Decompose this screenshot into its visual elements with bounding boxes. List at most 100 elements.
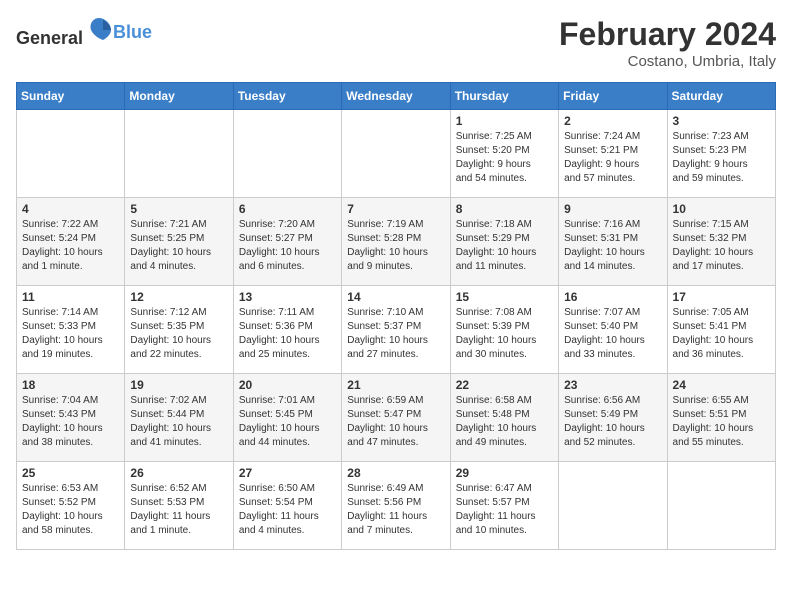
week-row-4: 18 Sunrise: 7:04 AM Sunset: 5:43 PM Dayli… (17, 374, 776, 462)
day-content: Sunrise: 7:10 AM Sunset: 5:37 PM Dayligh… (347, 306, 444, 362)
calendar-cell: 19 Sunrise: 7:02 AM Sunset: 5:44 PM Dayli… (125, 374, 233, 462)
day-number: 20 (239, 378, 336, 392)
day-number: 5 (130, 202, 227, 216)
day-content: Sunrise: 7:20 AM Sunset: 5:27 PM Dayligh… (239, 218, 336, 274)
calendar-cell: 18 Sunrise: 7:04 AM Sunset: 5:43 PM Dayli… (17, 374, 125, 462)
day-content: Sunrise: 6:50 AM Sunset: 5:54 PM Dayligh… (239, 482, 336, 538)
calendar-cell: 29 Sunrise: 6:47 AM Sunset: 5:57 PM Dayli… (450, 462, 558, 550)
day-number: 9 (564, 202, 661, 216)
day-number: 29 (456, 466, 553, 480)
day-content: Sunrise: 6:59 AM Sunset: 5:47 PM Dayligh… (347, 394, 444, 450)
calendar-cell: 22 Sunrise: 6:58 AM Sunset: 5:48 PM Dayli… (450, 374, 558, 462)
day-number: 24 (673, 378, 770, 392)
day-content: Sunrise: 6:47 AM Sunset: 5:57 PM Dayligh… (456, 482, 553, 538)
day-content: Sunrise: 7:22 AM Sunset: 5:24 PM Dayligh… (22, 218, 119, 274)
calendar-cell: 23 Sunrise: 6:56 AM Sunset: 5:49 PM Dayli… (559, 374, 667, 462)
day-number: 1 (456, 114, 553, 128)
calendar-cell (559, 462, 667, 550)
title-block: February 2024 Costano, Umbria, Italy (559, 16, 776, 70)
weekday-header-row: SundayMondayTuesdayWednesdayThursdayFrid… (17, 83, 776, 110)
day-content: Sunrise: 7:18 AM Sunset: 5:29 PM Dayligh… (456, 218, 553, 274)
weekday-header-sunday: Sunday (17, 83, 125, 110)
calendar-cell: 17 Sunrise: 7:05 AM Sunset: 5:41 PM Dayli… (667, 286, 775, 374)
day-number: 23 (564, 378, 661, 392)
week-row-3: 11 Sunrise: 7:14 AM Sunset: 5:33 PM Dayli… (17, 286, 776, 374)
calendar-table: SundayMondayTuesdayWednesdayThursdayFrid… (16, 82, 776, 550)
calendar-cell (233, 110, 341, 198)
day-number: 6 (239, 202, 336, 216)
calendar-cell: 21 Sunrise: 6:59 AM Sunset: 5:47 PM Dayli… (342, 374, 450, 462)
day-content: Sunrise: 6:58 AM Sunset: 5:48 PM Dayligh… (456, 394, 553, 450)
day-content: Sunrise: 7:04 AM Sunset: 5:43 PM Dayligh… (22, 394, 119, 450)
day-number: 19 (130, 378, 227, 392)
calendar-cell: 2Sunrise: 7:24 AM Sunset: 5:21 PM Daylig… (559, 110, 667, 198)
calendar-cell: 14 Sunrise: 7:10 AM Sunset: 5:37 PM Dayli… (342, 286, 450, 374)
calendar-cell: 8 Sunrise: 7:18 AM Sunset: 5:29 PM Daylig… (450, 198, 558, 286)
calendar-cell (342, 110, 450, 198)
day-number: 7 (347, 202, 444, 216)
day-number: 13 (239, 290, 336, 304)
calendar-cell: 27 Sunrise: 6:50 AM Sunset: 5:54 PM Dayli… (233, 462, 341, 550)
day-number: 3 (673, 114, 770, 128)
day-number: 15 (456, 290, 553, 304)
weekday-header-friday: Friday (559, 83, 667, 110)
day-content: Sunrise: 7:14 AM Sunset: 5:33 PM Dayligh… (22, 306, 119, 362)
day-content: Sunrise: 6:53 AM Sunset: 5:52 PM Dayligh… (22, 482, 119, 538)
day-number: 4 (22, 202, 119, 216)
calendar-cell (667, 462, 775, 550)
calendar-cell: 3 Sunrise: 7:23 AM Sunset: 5:23 PM Daylig… (667, 110, 775, 198)
weekday-header-wednesday: Wednesday (342, 83, 450, 110)
logo: General Blue (16, 16, 152, 49)
day-number: 11 (22, 290, 119, 304)
day-content: Sunrise: 7:07 AM Sunset: 5:40 PM Dayligh… (564, 306, 661, 362)
day-number: 22 (456, 378, 553, 392)
day-content: Sunrise: 7:19 AM Sunset: 5:28 PM Dayligh… (347, 218, 444, 274)
calendar-cell (125, 110, 233, 198)
day-number: 2 (564, 114, 661, 128)
day-content: Sunrise: 6:55 AM Sunset: 5:51 PM Dayligh… (673, 394, 770, 450)
day-content: Sunrise: 7:16 AM Sunset: 5:31 PM Dayligh… (564, 218, 661, 274)
calendar-cell: 6 Sunrise: 7:20 AM Sunset: 5:27 PM Daylig… (233, 198, 341, 286)
day-number: 12 (130, 290, 227, 304)
calendar-cell: 13Sunrise: 7:11 AM Sunset: 5:36 PM Dayli… (233, 286, 341, 374)
calendar-cell: 26 Sunrise: 6:52 AM Sunset: 5:53 PM Dayli… (125, 462, 233, 550)
calendar-cell (17, 110, 125, 198)
day-number: 16 (564, 290, 661, 304)
day-content: Sunrise: 6:56 AM Sunset: 5:49 PM Dayligh… (564, 394, 661, 450)
calendar-cell: 7 Sunrise: 7:19 AM Sunset: 5:28 PM Daylig… (342, 198, 450, 286)
day-number: 18 (22, 378, 119, 392)
week-row-2: 4 Sunrise: 7:22 AM Sunset: 5:24 PM Daylig… (17, 198, 776, 286)
weekday-header-saturday: Saturday (667, 83, 775, 110)
day-number: 8 (456, 202, 553, 216)
day-number: 26 (130, 466, 227, 480)
day-content: Sunrise: 6:52 AM Sunset: 5:53 PM Dayligh… (130, 482, 227, 538)
calendar-cell: 25 Sunrise: 6:53 AM Sunset: 5:52 PM Dayli… (17, 462, 125, 550)
calendar-cell: 28 Sunrise: 6:49 AM Sunset: 5:56 PM Dayli… (342, 462, 450, 550)
week-row-5: 25 Sunrise: 6:53 AM Sunset: 5:52 PM Dayli… (17, 462, 776, 550)
day-number: 27 (239, 466, 336, 480)
weekday-header-thursday: Thursday (450, 83, 558, 110)
weekday-header-monday: Monday (125, 83, 233, 110)
calendar-cell: 11 Sunrise: 7:14 AM Sunset: 5:33 PM Dayli… (17, 286, 125, 374)
day-content: Sunrise: 7:15 AM Sunset: 5:32 PM Dayligh… (673, 218, 770, 274)
calendar-cell: 10 Sunrise: 7:15 AM Sunset: 5:32 PM Dayli… (667, 198, 775, 286)
day-number: 28 (347, 466, 444, 480)
day-number: 21 (347, 378, 444, 392)
day-content: Sunrise: 7:02 AM Sunset: 5:44 PM Dayligh… (130, 394, 227, 450)
day-number: 25 (22, 466, 119, 480)
day-content: Sunrise: 7:23 AM Sunset: 5:23 PM Dayligh… (673, 130, 770, 186)
day-number: 17 (673, 290, 770, 304)
day-content: Sunrise: 7:21 AM Sunset: 5:25 PM Dayligh… (130, 218, 227, 274)
day-content: Sunrise: 6:49 AM Sunset: 5:56 PM Dayligh… (347, 482, 444, 538)
calendar-cell: 24 Sunrise: 6:55 AM Sunset: 5:51 PM Dayli… (667, 374, 775, 462)
day-number: 14 (347, 290, 444, 304)
calendar-cell: 1Sunrise: 7:25 AM Sunset: 5:20 PM Daylig… (450, 110, 558, 198)
logo-icon (85, 16, 113, 44)
calendar-cell: 20Sunrise: 7:01 AM Sunset: 5:45 PM Dayli… (233, 374, 341, 462)
week-row-1: 1Sunrise: 7:25 AM Sunset: 5:20 PM Daylig… (17, 110, 776, 198)
calendar-cell: 12Sunrise: 7:12 AM Sunset: 5:35 PM Dayli… (125, 286, 233, 374)
day-content: Sunrise: 7:05 AM Sunset: 5:41 PM Dayligh… (673, 306, 770, 362)
calendar-cell: 16 Sunrise: 7:07 AM Sunset: 5:40 PM Dayli… (559, 286, 667, 374)
day-number: 10 (673, 202, 770, 216)
calendar-cell: 9 Sunrise: 7:16 AM Sunset: 5:31 PM Daylig… (559, 198, 667, 286)
